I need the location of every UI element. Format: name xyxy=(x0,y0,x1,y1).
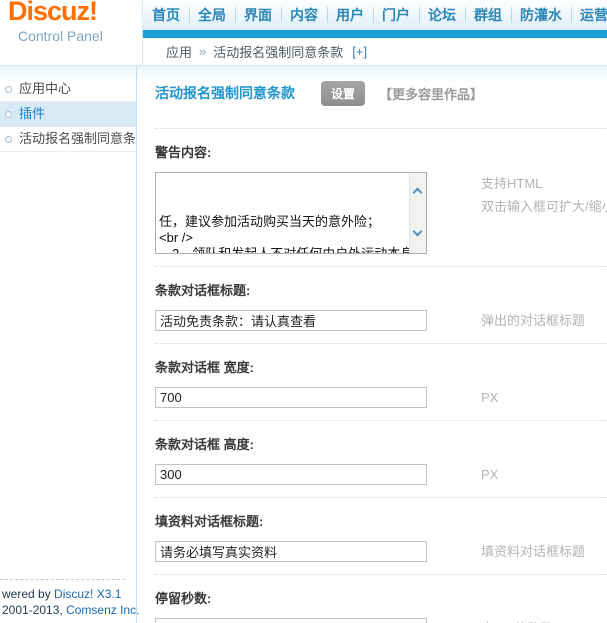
field-hint: PX xyxy=(481,390,499,405)
nav-tab[interactable]: 用户 xyxy=(327,0,373,30)
powered-by-text: wered by xyxy=(2,587,55,601)
field-label: 警告内容: xyxy=(155,145,212,160)
breadcrumb-separator: » xyxy=(199,44,207,59)
form-row: 条款对话框 高度: PX xyxy=(155,421,607,498)
sidebar-item[interactable]: 应用中心 xyxy=(0,77,136,102)
text-input[interactable] xyxy=(155,618,427,623)
breadcrumb-section[interactable]: 应用 xyxy=(166,42,192,61)
field-hint: 弹出的对话框标题 xyxy=(481,313,586,328)
form-row: 停留秒数: 大于0的整数 xyxy=(155,575,607,623)
text-input[interactable] xyxy=(155,541,427,562)
field-rows: 条款对话框标题: 弹出的对话框标题 条款对话框 宽度: PX xyxy=(155,267,607,623)
field-label: 条款对话框 高度: xyxy=(155,437,254,452)
nav-tab[interactable]: 首页 xyxy=(143,0,189,30)
more-works-link[interactable]: 【更多容里作品】 xyxy=(379,84,483,103)
breadcrumb: 应用 » 活动报名强制同意条款 [+] xyxy=(143,38,607,65)
field-label: 填资料对话框标题: xyxy=(155,514,264,529)
comsenz-link[interactable]: Comsenz Inc. xyxy=(66,603,139,617)
form-row: 填资料对话框标题: 填资料对话框标题 xyxy=(155,498,607,575)
discuz-logo: Discuz! xyxy=(8,0,98,26)
discuz-version-link[interactable]: Discuz! X3.1 xyxy=(54,587,121,601)
text-input[interactable] xyxy=(155,310,427,331)
nav-tab[interactable]: 运营 xyxy=(571,0,607,30)
copyright-years: 2001-2013, xyxy=(2,603,67,617)
text-input[interactable] xyxy=(155,387,427,408)
nav-tab[interactable]: 论坛 xyxy=(419,0,465,30)
scroll-down-icon[interactable] xyxy=(412,226,423,237)
field-label: 停留秒数: xyxy=(155,591,212,606)
nav-area: 首页 全局 界面 内容 用户 门户 论坛 群组 防灌水 运营 应用 » 活动报名… xyxy=(142,0,607,65)
control-panel-label: Control Panel xyxy=(18,28,103,44)
settings-button[interactable]: 设置 xyxy=(321,80,366,106)
top-nav-tabs: 首页 全局 界面 内容 用户 门户 论坛 群组 防灌水 运营 xyxy=(143,0,607,30)
nav-tab[interactable]: 群组 xyxy=(465,0,511,30)
scroll-up-icon[interactable] xyxy=(412,187,423,198)
header: Discuz! Control Panel 首页 全局 界面 内容 用户 门户 … xyxy=(0,0,607,66)
field-hint: 大于0的整数 xyxy=(481,618,553,623)
sidebar: wered by Discuz! X3.1 2001-2013, Comsenz… xyxy=(0,66,139,623)
textarea-scrollbar[interactable] xyxy=(409,173,426,253)
footer-copyright: wered by Discuz! X3.1 2001-2013, Comsenz… xyxy=(0,579,139,618)
textarea-line: <br /> xyxy=(159,230,193,245)
textarea-line: 2、领队和发起人不对任何由户外运动本身 xyxy=(159,246,409,253)
warning-content-row: 警告内容: 任，建议参加活动购买当天的意外险；<br /> 2、领队和发起人不对… xyxy=(155,129,607,267)
nav-tab[interactable]: 防灌水 xyxy=(511,0,571,30)
field-label: 条款对话框 宽度: xyxy=(155,360,254,375)
hint-line: 双击输入框可扩大/缩小 xyxy=(481,199,607,214)
nav-tab[interactable]: 内容 xyxy=(281,0,327,30)
page-title: 活动报名强制同意条款 xyxy=(155,85,295,101)
nav-tab[interactable]: 全局 xyxy=(189,0,235,30)
sidebar-item[interactable]: 插件 xyxy=(0,102,136,127)
breadcrumb-page: 活动报名强制同意条款 xyxy=(213,45,344,60)
form-row: 条款对话框 宽度: PX xyxy=(155,344,607,421)
textarea-line: 任，建议参加活动购买当天的意外险； xyxy=(159,214,381,229)
title-row: 活动报名强制同意条款 设置 【更多容里作品】 xyxy=(155,80,607,106)
field-hint: 支持HTML 双击输入框可扩大/缩小 xyxy=(481,172,607,218)
nav-accent-bar xyxy=(143,30,607,38)
body-content: wered by Discuz! X3.1 2001-2013, Comsenz… xyxy=(0,66,607,623)
sidebar-item[interactable]: 活动报名强制同意条款 xyxy=(0,127,136,152)
breadcrumb-expand-link[interactable]: [+] xyxy=(352,44,367,59)
nav-tab[interactable]: 门户 xyxy=(373,0,419,30)
text-input[interactable] xyxy=(155,464,427,485)
field-hint: PX xyxy=(481,467,499,482)
field-label: 条款对话框标题: xyxy=(155,283,251,298)
nav-tab[interactable]: 界面 xyxy=(235,0,281,30)
main-panel: 活动报名强制同意条款 设置 【更多容里作品】 警告内容: 任，建议参加活动购买当… xyxy=(137,66,607,623)
field-hint: 填资料对话框标题 xyxy=(481,544,586,559)
textarea-content: 任，建议参加活动购买当天的意外险；<br /> 2、领队和发起人不对任何由户外运… xyxy=(156,173,409,253)
form-row: 条款对话框标题: 弹出的对话框标题 xyxy=(155,267,607,344)
warning-content-textarea[interactable]: 任，建议参加活动购买当天的意外险；<br /> 2、领队和发起人不对任何由户外运… xyxy=(155,172,427,254)
hint-line: 支持HTML xyxy=(481,176,543,191)
logo-area: Discuz! Control Panel xyxy=(0,0,142,65)
